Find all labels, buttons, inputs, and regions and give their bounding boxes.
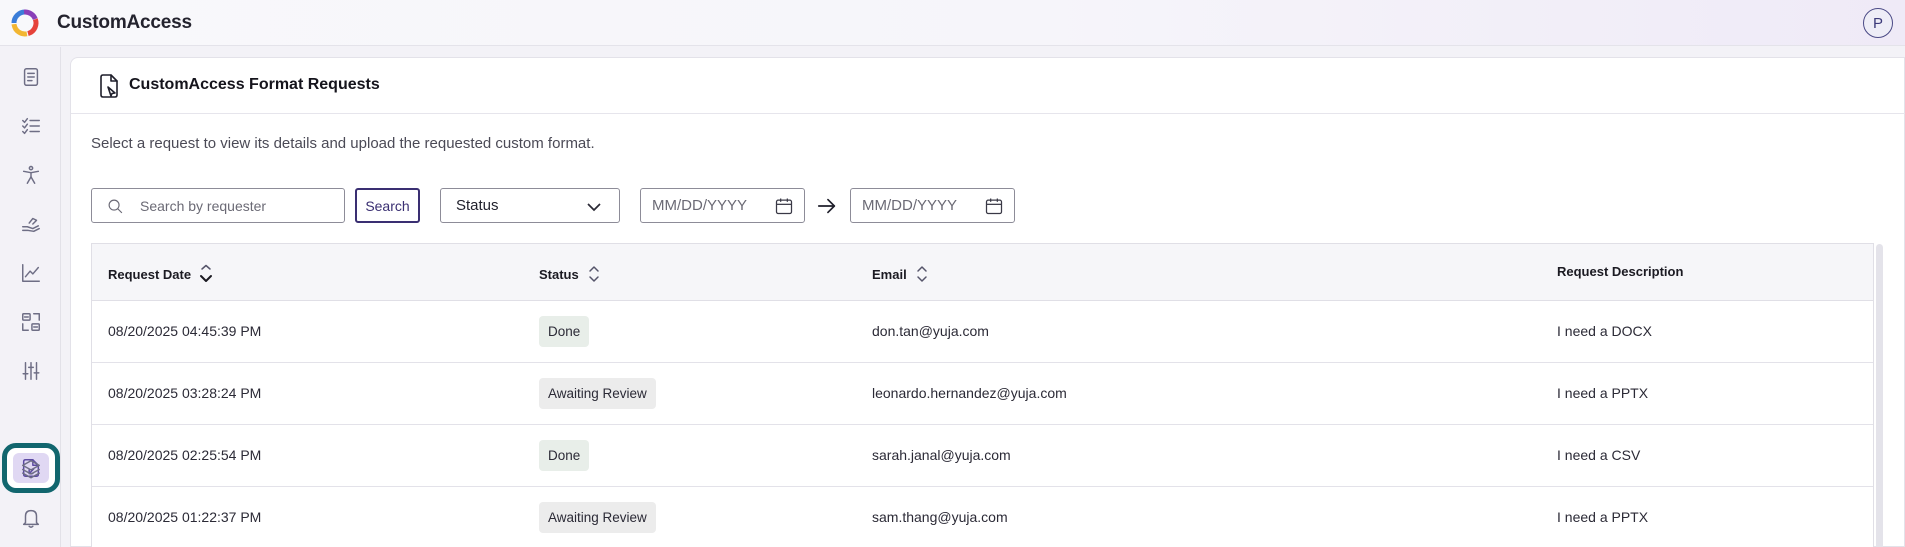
requests-table: Request Date Status Email Request Descri… xyxy=(91,243,1874,547)
search-button[interactable]: Search xyxy=(355,188,420,223)
user-avatar[interactable]: P xyxy=(1863,8,1893,38)
request-date: 08/20/2025 03:28:24 PM xyxy=(108,385,262,401)
sidebar-item-analytics[interactable] xyxy=(15,257,47,289)
request-description: I need a DOCX xyxy=(1557,323,1652,339)
sidebar-item-accessibility[interactable] xyxy=(15,159,47,191)
request-date: 08/20/2025 04:45:39 PM xyxy=(108,323,262,339)
column-header-request-description: Request Description xyxy=(1557,264,1684,279)
layers-icon xyxy=(22,460,40,479)
status-badge: Done xyxy=(539,440,590,471)
status-dropdown-label: Status xyxy=(456,197,499,214)
sort-descending-icon[interactable] xyxy=(199,264,213,284)
request-description: I need a PPTX xyxy=(1557,385,1649,401)
requester-email: sarah.janal@yuja.com xyxy=(872,447,1011,463)
table-row[interactable]: 08/20/2025 02:25:54 PM Done sarah.janal@… xyxy=(92,425,1873,487)
sidebar-item-conversion[interactable] xyxy=(15,306,47,338)
request-date: 08/20/2025 02:25:54 PM xyxy=(108,447,262,463)
request-description: I need a PPTX xyxy=(1557,509,1649,525)
requester-email: sam.thang@yuja.com xyxy=(872,509,1008,525)
table-row[interactable]: 08/20/2025 01:22:37 PM Awaiting Review s… xyxy=(92,487,1873,547)
sidebar-item-documents[interactable] xyxy=(15,61,47,93)
table-row[interactable]: 08/20/2025 03:28:24 PM Awaiting Review l… xyxy=(92,363,1873,425)
page-header: CustomAccess Format Requests xyxy=(71,58,1905,114)
table-header: Request Date Status Email Request Descri… xyxy=(92,244,1873,301)
date-from-placeholder: MM/DD/YYYY xyxy=(652,197,748,214)
app-title: CustomAccess xyxy=(57,12,192,33)
status-badge: Done xyxy=(539,316,590,347)
date-from-field[interactable]: MM/DD/YYYY xyxy=(640,188,805,223)
table-row[interactable]: 08/20/2025 04:45:39 PM Done don.tan@yuja… xyxy=(92,301,1873,363)
date-to-placeholder: MM/DD/YYYY xyxy=(862,197,958,214)
status-badge: Awaiting Review xyxy=(539,502,656,533)
page-title: CustomAccess Format Requests xyxy=(129,76,380,93)
convert-icon xyxy=(22,313,40,331)
hand-icon xyxy=(22,217,40,233)
status-dropdown[interactable]: Status xyxy=(440,188,620,223)
checklist-icon xyxy=(22,117,40,135)
sidebar-item-support[interactable] xyxy=(15,208,47,240)
accessibility-icon xyxy=(22,165,40,184)
app-logo[interactable] xyxy=(10,8,40,38)
document-icon xyxy=(23,68,39,86)
sort-icon[interactable] xyxy=(587,264,601,284)
calendar-icon[interactable] xyxy=(774,196,794,216)
analytics-icon xyxy=(22,264,40,282)
search-field[interactable] xyxy=(91,188,345,223)
column-header-email[interactable]: Email xyxy=(872,264,929,284)
request-description: I need a CSV xyxy=(1557,447,1641,463)
column-header-status[interactable]: Status xyxy=(539,264,601,284)
main-panel: CustomAccess Format Requests Select a re… xyxy=(70,57,1905,547)
request-date: 08/20/2025 01:22:37 PM xyxy=(108,509,262,525)
column-header-request-date[interactable]: Request Date xyxy=(108,264,213,284)
sort-icon[interactable] xyxy=(915,264,929,284)
page-subtitle: Select a request to view its details and… xyxy=(91,135,595,152)
sliders-icon xyxy=(22,362,40,380)
search-input[interactable] xyxy=(140,196,335,216)
sidebar-item-settings[interactable] xyxy=(15,355,47,387)
calendar-icon[interactable] xyxy=(984,196,1004,216)
format-request-icon xyxy=(97,73,121,99)
search-icon xyxy=(108,199,123,214)
sidebar-item-checklist[interactable] xyxy=(15,110,47,142)
sidebar-item-layers[interactable] xyxy=(15,453,47,485)
date-to-field[interactable]: MM/DD/YYYY xyxy=(850,188,1015,223)
arrow-right-icon xyxy=(816,195,838,217)
chevron-down-icon xyxy=(587,203,601,212)
requester-email: leonardo.hernandez@yuja.com xyxy=(872,385,1067,401)
status-badge: Awaiting Review xyxy=(539,378,656,409)
sidebar-nav xyxy=(0,47,61,547)
sidebar-item-notifications[interactable] xyxy=(15,502,47,534)
bell-icon xyxy=(22,509,40,528)
top-bar: CustomAccess P xyxy=(0,0,1905,46)
table-scrollbar[interactable] xyxy=(1874,244,1884,547)
requester-email: don.tan@yuja.com xyxy=(872,323,989,339)
scrollbar-thumb[interactable] xyxy=(1876,244,1883,547)
